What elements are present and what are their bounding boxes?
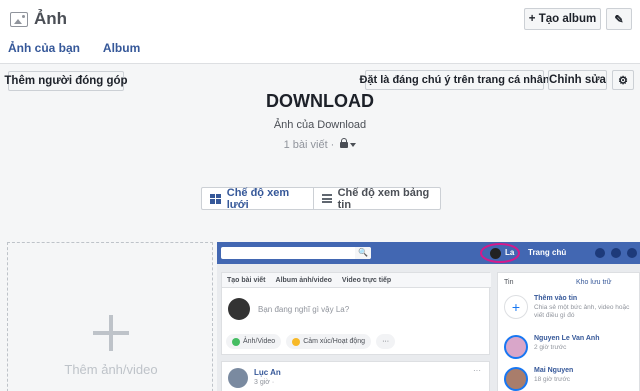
feed-view-button[interactable]: Chế độ xem bảng tin bbox=[314, 186, 440, 211]
photo-search-box bbox=[221, 247, 371, 259]
add-photo-tile[interactable]: Thêm ảnh/video bbox=[7, 242, 213, 391]
photos-icon bbox=[10, 12, 28, 27]
photos-header: Ảnh + Tạo album ✎ Ảnh của bạn Album bbox=[0, 0, 640, 64]
composer-tab-post: Tạo bài viết bbox=[227, 276, 266, 284]
create-album-button[interactable]: + Tạo album bbox=[524, 8, 601, 30]
page-title: Ảnh bbox=[34, 9, 68, 28]
list-icon bbox=[322, 194, 332, 203]
edit-album-button[interactable]: Chỉnh sửa bbox=[548, 70, 607, 90]
gear-icon[interactable]: ⚙ bbox=[612, 70, 634, 90]
photo-top-icons bbox=[595, 248, 637, 258]
story-item: Nguyen Le Van Anh 2 giờ trước bbox=[504, 335, 599, 359]
grid-icon bbox=[210, 193, 221, 204]
album-title: DOWNLOAD bbox=[266, 91, 374, 111]
photo-fb-topbar: 🔍 La Trang chủ bbox=[217, 242, 640, 264]
feed-view-label: Chế độ xem bảng tin bbox=[337, 186, 430, 211]
album-meta: 1 bài viết · bbox=[0, 138, 640, 151]
plus-icon bbox=[93, 315, 129, 351]
smiley-icon bbox=[292, 337, 301, 346]
story-item: Mai Nguyen 18 giờ trước bbox=[504, 367, 573, 391]
avatar bbox=[228, 368, 248, 388]
photo-icon bbox=[232, 337, 240, 346]
photo-feed-post: Lục An 3 giờ · ··· bbox=[221, 361, 490, 391]
plus-icon: + bbox=[504, 295, 528, 319]
composer-tab-album: Album ảnh/video bbox=[275, 276, 332, 284]
add-photo-label: Thêm ảnh/video bbox=[64, 362, 158, 377]
tab-your-photos[interactable]: Ảnh của bạn bbox=[8, 41, 80, 55]
photo-composer: Tạo bài viết Album ảnh/video Video trực … bbox=[221, 272, 491, 355]
more-pill: ··· bbox=[376, 334, 396, 349]
photos-subnav: Ảnh của bạn Album bbox=[8, 41, 160, 55]
more-icon: ··· bbox=[473, 366, 481, 375]
photo-composer-actions: Ảnh/Video Cảm xúc/Hoạt động ··· bbox=[226, 334, 396, 349]
photo-video-pill: Ảnh/Video bbox=[226, 334, 282, 349]
photo-composer-tabs: Tạo bài viết Album ảnh/video Video trực … bbox=[222, 273, 491, 288]
tab-albums[interactable]: Album bbox=[103, 41, 140, 55]
avatar bbox=[490, 248, 501, 259]
post-count: 1 bài viết · bbox=[283, 139, 335, 151]
friends-icon bbox=[595, 248, 605, 258]
globe-icon bbox=[627, 248, 637, 258]
grid-view-label: Chế độ xem lưới bbox=[226, 186, 290, 211]
search-icon: 🔍 bbox=[355, 247, 371, 259]
album-owner: Ảnh của Download bbox=[273, 119, 367, 131]
composer-tab-live: Video trực tiếp bbox=[341, 276, 392, 284]
photo-user-name: La bbox=[505, 248, 515, 257]
view-toggle: Chế độ xem lưới Chế độ xem bảng tin bbox=[201, 186, 441, 211]
avatar bbox=[504, 367, 528, 391]
album-photo-thumbnail[interactable]: 🔍 La Trang chủ Tạo bài viết Album ảnh/vi… bbox=[217, 242, 640, 391]
avatar bbox=[228, 298, 250, 320]
stories-title: Tin bbox=[504, 279, 514, 286]
stories-archive-link: Kho lưu trữ bbox=[576, 279, 612, 286]
photo-home-link: Trang chủ bbox=[528, 248, 567, 257]
grid-view-button[interactable]: Chế độ xem lưới bbox=[202, 186, 314, 211]
lock-icon[interactable] bbox=[340, 138, 349, 149]
add-contributors-button[interactable]: Thêm người đóng góp bbox=[4, 71, 128, 91]
chevron-down-icon[interactable] bbox=[350, 143, 357, 148]
feeling-pill: Cảm xúc/Hoạt động bbox=[286, 334, 372, 349]
feature-on-profile-button[interactable]: Đặt là đáng chú ý trên trang cá nhân bbox=[359, 70, 550, 90]
post-time: 3 giờ · bbox=[254, 379, 275, 386]
avatar bbox=[504, 335, 528, 359]
photo-stories-panel: Tin Kho lưu trữ + Thêm vào tin Chia sẻ mộ… bbox=[497, 272, 640, 391]
story-item: + Thêm vào tin Chia sẻ một bức ảnh, video… bbox=[504, 295, 639, 320]
messenger-icon bbox=[611, 248, 621, 258]
edit-pencil-icon[interactable]: ✎ bbox=[606, 8, 632, 30]
post-author: Lục An bbox=[254, 368, 281, 377]
photo-composer-prompt: Bạn đang nghĩ gì vậy La? bbox=[258, 305, 350, 314]
